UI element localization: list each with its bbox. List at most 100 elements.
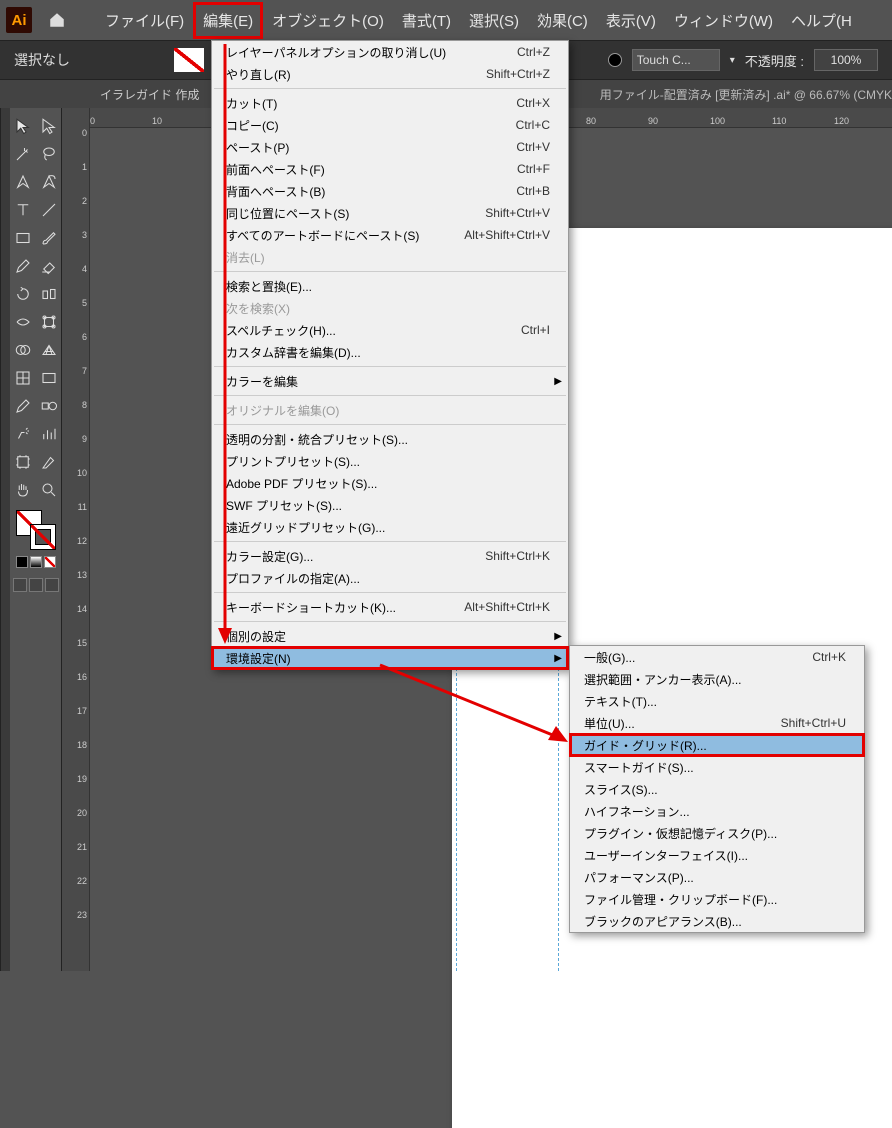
panel-collapse-bar[interactable]	[0, 108, 10, 971]
pencil-tool-icon[interactable]	[11, 254, 35, 278]
menu-item[interactable]: やり直し(R)Shift+Ctrl+Z	[212, 63, 568, 85]
selection-tool-icon[interactable]	[11, 114, 35, 138]
menu-item[interactable]: 透明の分割・統合プリセット(S)...	[212, 428, 568, 450]
menu-item: 次を検索(X)	[212, 297, 568, 319]
menu-item[interactable]: プリントプリセット(S)...	[212, 450, 568, 472]
menu-item[interactable]: 選択範囲・アンカー表示(A)...	[570, 668, 864, 690]
stroke-swatch-icon2[interactable]	[30, 524, 56, 550]
toolbox	[10, 108, 62, 971]
screen-mode-row	[13, 578, 59, 592]
color-mode-gradient-icon[interactable]	[30, 556, 42, 568]
menu-item[interactable]: 遠近グリッドプリセット(G)...	[212, 516, 568, 538]
blend-tool-icon[interactable]	[37, 394, 61, 418]
menu-item[interactable]: カット(T)Ctrl+X	[212, 92, 568, 114]
menu-item[interactable]: プラグイン・仮想記憶ディスク(P)...	[570, 822, 864, 844]
draw-inside-icon[interactable]	[45, 578, 59, 592]
column-graph-tool-icon[interactable]	[37, 422, 61, 446]
menu-item[interactable]: ファイル管理・クリップボード(F)...	[570, 888, 864, 910]
free-transform-tool-icon[interactable]	[37, 310, 61, 334]
menu-item[interactable]: 環境設定(N)▶	[212, 647, 568, 669]
hand-tool-icon[interactable]	[11, 478, 35, 502]
menu-item[interactable]: 前面へペースト(F)Ctrl+F	[212, 158, 568, 180]
menu-item[interactable]: カラーを編集▶	[212, 370, 568, 392]
menu-bar: ファイル(F) 編集(E) オブジェクト(O) 書式(T) 選択(S) 効果(C…	[96, 2, 861, 39]
menu-type[interactable]: 書式(T)	[393, 2, 460, 39]
lasso-tool-icon[interactable]	[37, 142, 61, 166]
menu-item[interactable]: SWF プリセット(S)...	[212, 494, 568, 516]
menu-item[interactable]: 同じ位置にペースト(S)Shift+Ctrl+V	[212, 202, 568, 224]
menu-item[interactable]: ユーザーインターフェイス(I)...	[570, 844, 864, 866]
stroke-swatch-icon[interactable]	[174, 48, 204, 72]
document-tab[interactable]: イラレガイド 作成	[100, 86, 199, 103]
perspective-grid-tool-icon[interactable]	[37, 338, 61, 362]
menu-select[interactable]: 選択(S)	[460, 2, 528, 39]
menu-item[interactable]: 個別の設定▶	[212, 625, 568, 647]
menu-item[interactable]: カスタム辞書を編集(D)...	[212, 341, 568, 363]
artboard-tool-icon[interactable]	[11, 450, 35, 474]
menu-item[interactable]: ペースト(P)Ctrl+V	[212, 136, 568, 158]
rotate-tool-icon[interactable]	[11, 282, 35, 306]
eraser-tool-icon[interactable]	[37, 254, 61, 278]
menu-file[interactable]: ファイル(F)	[96, 2, 193, 39]
menu-item[interactable]: 単位(U)...Shift+Ctrl+U	[570, 712, 864, 734]
selection-status: 選択なし	[14, 50, 70, 70]
line-tool-icon[interactable]	[37, 198, 61, 222]
home-icon[interactable]	[46, 9, 68, 31]
menu-item[interactable]: カラー設定(G)...Shift+Ctrl+K	[212, 545, 568, 567]
zoom-tool-icon[interactable]	[37, 478, 61, 502]
menu-item[interactable]: スライス(S)...	[570, 778, 864, 800]
menu-item[interactable]: ハイフネーション...	[570, 800, 864, 822]
menu-window[interactable]: ウィンドウ(W)	[665, 2, 782, 39]
menu-item[interactable]: ブラックのアピアランス(B)...	[570, 910, 864, 932]
fill-circle-icon[interactable]	[608, 53, 622, 67]
color-mode-none-icon[interactable]	[44, 556, 56, 568]
menu-item[interactable]: キーボードショートカット(K)...Alt+Shift+Ctrl+K	[212, 596, 568, 618]
menu-item[interactable]: スペルチェック(H)...Ctrl+I	[212, 319, 568, 341]
menu-item[interactable]: レイヤーパネルオプションの取り消し(U)Ctrl+Z	[212, 41, 568, 63]
chevron-down-icon[interactable]: ▾	[730, 55, 735, 66]
pen-tool-icon[interactable]	[11, 170, 35, 194]
menu-item: 消去(L)	[212, 246, 568, 268]
shape-builder-tool-icon[interactable]	[11, 338, 35, 362]
paintbrush-tool-icon[interactable]	[37, 226, 61, 250]
opacity-label: 不透明度 :	[745, 51, 804, 70]
reflect-tool-icon[interactable]	[37, 282, 61, 306]
direct-selection-tool-icon[interactable]	[37, 114, 61, 138]
draw-behind-icon[interactable]	[29, 578, 43, 592]
eyedropper-tool-icon[interactable]	[11, 394, 35, 418]
menu-item[interactable]: ガイド・グリッド(R)...	[570, 734, 864, 756]
menu-help[interactable]: ヘルプ(H	[782, 2, 861, 39]
gradient-tool-icon[interactable]	[37, 366, 61, 390]
menu-item[interactable]: 背面へペースト(B)Ctrl+B	[212, 180, 568, 202]
type-tool-icon[interactable]	[11, 198, 35, 222]
menu-item[interactable]: テキスト(T)...	[570, 690, 864, 712]
width-tool-icon[interactable]	[11, 310, 35, 334]
menu-item[interactable]: コピー(C)Ctrl+C	[212, 114, 568, 136]
menu-item[interactable]: 検索と置換(E)...	[212, 275, 568, 297]
menu-object[interactable]: オブジェクト(O)	[263, 2, 393, 39]
slice-tool-icon[interactable]	[37, 450, 61, 474]
menu-edit[interactable]: 編集(E)	[193, 2, 263, 39]
menu-item[interactable]: スマートガイド(S)...	[570, 756, 864, 778]
menu-item[interactable]: Adobe PDF プリセット(S)...	[212, 472, 568, 494]
draw-normal-icon[interactable]	[13, 578, 27, 592]
menu-item[interactable]: プロファイルの指定(A)...	[212, 567, 568, 589]
symbol-sprayer-tool-icon[interactable]	[11, 422, 35, 446]
color-mode-row	[16, 556, 56, 568]
menu-item[interactable]: 一般(G)...Ctrl+K	[570, 646, 864, 668]
mesh-tool-icon[interactable]	[11, 366, 35, 390]
touch-dropdown[interactable]: Touch C...	[632, 49, 720, 71]
fill-stroke-swatch[interactable]	[16, 510, 56, 550]
menu-view[interactable]: 表示(V)	[597, 2, 665, 39]
opacity-value[interactable]: 100%	[814, 49, 878, 71]
app-bar: Ai ファイル(F) 編集(E) オブジェクト(O) 書式(T) 選択(S) 効…	[0, 0, 892, 40]
color-mode-solid-icon[interactable]	[16, 556, 28, 568]
app-logo: Ai	[6, 7, 32, 33]
menu-effect[interactable]: 効果(C)	[528, 2, 597, 39]
magic-wand-tool-icon[interactable]	[11, 142, 35, 166]
menu-item[interactable]: パフォーマンス(P)...	[570, 866, 864, 888]
menu-item[interactable]: すべてのアートボードにペースト(S)Alt+Shift+Ctrl+V	[212, 224, 568, 246]
curvature-tool-icon[interactable]	[37, 170, 61, 194]
rectangle-tool-icon[interactable]	[11, 226, 35, 250]
edit-menu-dropdown: レイヤーパネルオプションの取り消し(U)Ctrl+Zやり直し(R)Shift+C…	[211, 40, 569, 670]
